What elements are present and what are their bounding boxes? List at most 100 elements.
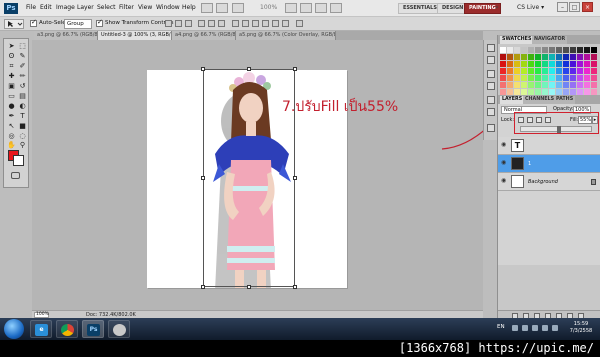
swatch[interactable] bbox=[514, 47, 520, 53]
distribute-bottom-icon[interactable] bbox=[252, 20, 259, 27]
workspace-overflow-icon[interactable]: » bbox=[495, 4, 499, 11]
swatch[interactable] bbox=[563, 54, 569, 60]
menu-view[interactable]: View bbox=[138, 4, 152, 11]
swatch[interactable] bbox=[570, 82, 576, 88]
swatch[interactable] bbox=[521, 75, 527, 81]
3d-orbit-tool-icon[interactable]: ◌ bbox=[18, 132, 27, 140]
swatch[interactable] bbox=[528, 75, 534, 81]
swatch[interactable] bbox=[500, 82, 506, 88]
transform-handle-top-center[interactable] bbox=[247, 67, 251, 71]
transform-handle-middle-left[interactable] bbox=[201, 176, 205, 180]
move-tool-icon[interactable]: ➤ bbox=[7, 42, 16, 50]
pen-tool-icon[interactable]: ✒ bbox=[7, 112, 16, 120]
quick-mask-icon[interactable] bbox=[11, 172, 20, 179]
hand-tool-icon[interactable]: ✋ bbox=[7, 141, 16, 149]
taskbar-cd-app[interactable] bbox=[108, 320, 130, 338]
maximize-button[interactable]: □ bbox=[569, 2, 580, 12]
layer-row-background[interactable]: ◉ Background bbox=[498, 173, 600, 191]
swatch[interactable] bbox=[591, 68, 597, 74]
menu-layer[interactable]: Layer bbox=[77, 4, 94, 11]
doc-tab-a4[interactable]: a4.png @ 66.7% (RGB/8#) bbox=[172, 31, 236, 40]
swatch[interactable] bbox=[507, 54, 513, 60]
swatch[interactable] bbox=[521, 47, 527, 53]
language-indicator[interactable]: EN bbox=[497, 324, 505, 330]
swatch[interactable] bbox=[514, 75, 520, 81]
swatch[interactable] bbox=[507, 61, 513, 67]
swatch[interactable] bbox=[549, 82, 555, 88]
transform-handle-bottom-left[interactable] bbox=[201, 285, 205, 289]
swatch[interactable] bbox=[577, 61, 583, 67]
dodge-tool-icon[interactable]: ◐ bbox=[18, 102, 27, 110]
swatch[interactable] bbox=[577, 82, 583, 88]
volume-icon[interactable] bbox=[542, 325, 548, 331]
brush-tool-icon[interactable]: ✏ bbox=[18, 72, 27, 80]
swatch[interactable] bbox=[521, 61, 527, 67]
swatch[interactable] bbox=[535, 47, 541, 53]
menu-file[interactable]: File bbox=[26, 4, 36, 11]
align-top-icon[interactable] bbox=[165, 20, 172, 27]
swatch[interactable] bbox=[563, 47, 569, 53]
swatch[interactable] bbox=[556, 82, 562, 88]
paragraph-panel-icon[interactable] bbox=[487, 108, 495, 116]
auto-select-checkbox[interactable] bbox=[30, 18, 37, 27]
taskbar-ie[interactable]: e bbox=[30, 320, 52, 338]
blur-tool-icon[interactable]: ● bbox=[7, 102, 16, 110]
visibility-eye-icon[interactable]: ◉ bbox=[501, 160, 507, 166]
distribute-hcenter-icon[interactable] bbox=[272, 20, 279, 27]
eraser-tool-icon[interactable]: ▭ bbox=[7, 92, 16, 100]
swatch[interactable] bbox=[521, 68, 527, 74]
view-extras-icon[interactable] bbox=[232, 3, 244, 13]
background-color-swatch[interactable] bbox=[13, 155, 24, 166]
align-left-icon[interactable] bbox=[198, 20, 205, 27]
swatch[interactable] bbox=[528, 68, 534, 74]
menu-edit[interactable]: Edit bbox=[40, 4, 52, 11]
menu-select[interactable]: Select bbox=[97, 4, 116, 11]
show-transform-checkbox[interactable] bbox=[96, 18, 103, 27]
close-button[interactable]: × bbox=[582, 2, 593, 12]
menu-help[interactable]: Help bbox=[182, 4, 196, 11]
arrange-documents-icon[interactable] bbox=[315, 3, 327, 13]
tool-presets-panel-icon[interactable] bbox=[487, 124, 495, 132]
brush-panel-icon[interactable] bbox=[487, 70, 495, 78]
swatch[interactable] bbox=[521, 54, 527, 60]
swatch[interactable] bbox=[591, 61, 597, 67]
tray-expand-icon[interactable] bbox=[522, 325, 528, 331]
swatch[interactable] bbox=[500, 68, 506, 74]
shape-tool-icon[interactable]: ■ bbox=[18, 122, 27, 130]
swatch[interactable] bbox=[591, 47, 597, 53]
swatch[interactable] bbox=[556, 68, 562, 74]
align-vcenter-icon[interactable] bbox=[175, 20, 182, 27]
swatch[interactable] bbox=[549, 61, 555, 67]
swatches-grid[interactable] bbox=[500, 47, 599, 97]
swatch[interactable] bbox=[563, 82, 569, 88]
swatch[interactable] bbox=[535, 68, 541, 74]
swatch[interactable] bbox=[570, 75, 576, 81]
swatch[interactable] bbox=[514, 82, 520, 88]
minibridge-icon[interactable] bbox=[216, 3, 228, 13]
transform-handle-bottom-right[interactable] bbox=[293, 285, 297, 289]
doc-tab-untitled-3[interactable]: Untitled-3 @ 100% (3, RGB/8) bbox=[98, 31, 172, 40]
marquee-tool-icon[interactable]: ⬚ bbox=[18, 42, 27, 50]
swatch[interactable] bbox=[528, 47, 534, 53]
type-tool-icon[interactable]: T bbox=[18, 112, 27, 120]
workspace-essentials[interactable]: ESSENTIALS bbox=[398, 3, 442, 14]
swatch[interactable] bbox=[542, 75, 548, 81]
align-right-icon[interactable] bbox=[218, 20, 225, 27]
swatch[interactable] bbox=[500, 54, 506, 60]
taskbar-photoshop[interactable]: Ps bbox=[82, 320, 104, 338]
tool-preset-picker[interactable] bbox=[4, 19, 24, 29]
swatch[interactable] bbox=[549, 68, 555, 74]
cs-live-menu[interactable]: CS Live ▾ bbox=[517, 4, 544, 11]
swatch[interactable] bbox=[549, 75, 555, 81]
doc-tab-a5[interactable]: a5.png @ 66.7% (Color Overlay, RGB/8#) bbox=[236, 31, 336, 40]
swatch[interactable] bbox=[507, 82, 513, 88]
history-panel-icon[interactable] bbox=[487, 44, 495, 52]
swatch[interactable] bbox=[584, 54, 590, 60]
swatch[interactable] bbox=[570, 47, 576, 53]
history-brush-tool-icon[interactable]: ↺ bbox=[18, 82, 27, 90]
swatch[interactable] bbox=[507, 68, 513, 74]
swatch[interactable] bbox=[570, 68, 576, 74]
eyedropper-tool-icon[interactable]: ✐ bbox=[18, 62, 27, 70]
swatch[interactable] bbox=[521, 82, 527, 88]
swatch[interactable] bbox=[584, 75, 590, 81]
